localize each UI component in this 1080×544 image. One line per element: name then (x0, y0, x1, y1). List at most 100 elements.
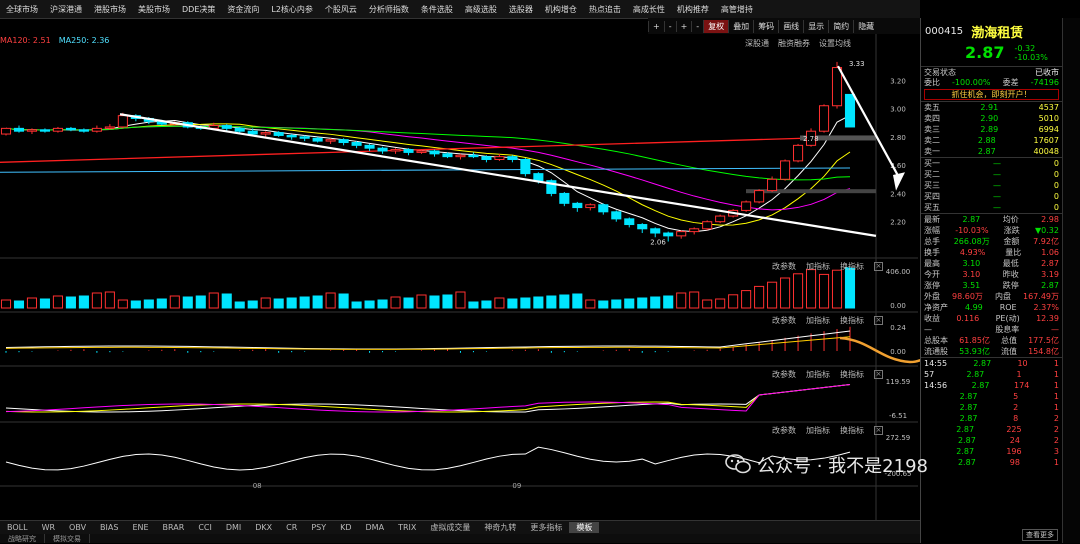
status-tab[interactable]: 战略研究 (0, 534, 45, 543)
view-more-button[interactable]: 查看更多 (1022, 529, 1058, 541)
k-line-chart[interactable]: 3.203.002.802.602.402.20406.000.000.240.… (0, 34, 920, 520)
indicator-tab[interactable]: WR (35, 523, 62, 532)
tick-count: 1 (1053, 359, 1059, 368)
top-menu-item[interactable]: 资金流向 (221, 4, 265, 15)
switch-indicator-button[interactable]: 换指标 (840, 425, 864, 436)
hk-connect-tab[interactable]: 深股通 (745, 38, 769, 49)
indicator-tab[interactable]: BIAS (93, 523, 125, 532)
book-volume: 4537 (1038, 103, 1059, 112)
indicator-tab[interactable]: DMI (219, 523, 248, 532)
wb-value: -100.00% (952, 78, 991, 87)
candle (325, 139, 336, 142)
nav-button[interactable]: + (648, 20, 664, 32)
cci-line (5, 446, 851, 471)
indicator-tab[interactable]: DKX (248, 523, 279, 532)
chips-button[interactable]: 筹码 (753, 19, 778, 33)
volume-bar (624, 298, 635, 309)
add-indicator-button[interactable]: 加指标 (806, 261, 830, 272)
top-menu-item[interactable]: 高成长性 (627, 4, 671, 15)
top-menu-item[interactable]: 选股器 (503, 4, 539, 15)
close-icon[interactable]: × (874, 262, 883, 271)
simple-button[interactable]: 简约 (828, 19, 853, 33)
indicator-tab[interactable]: DMA (359, 523, 392, 532)
indicator-tab[interactable]: CR (279, 523, 304, 532)
macd-dea-line (5, 336, 851, 350)
volume-bar (429, 295, 440, 309)
params-button[interactable]: 改参数 (772, 261, 796, 272)
indicator-tab[interactable]: 神奇九转 (477, 522, 523, 533)
top-menu-item[interactable]: 热点追击 (583, 4, 627, 15)
top-menu-item[interactable]: 美股市场 (132, 4, 176, 15)
candle (299, 136, 310, 139)
tick-price: 2.87 (966, 370, 985, 379)
margin-tab[interactable]: 融资融券 (778, 38, 810, 49)
tick-volume: 8 (1013, 414, 1019, 423)
stat-row: 总手 266.08万 金额 7.92亿 (921, 236, 1062, 247)
top-menu-item[interactable]: 全球市场 (0, 4, 44, 15)
bid-book: 买一 — 0 买二 — 0 买三 — 0 买四 — 0 买五 — 0 (921, 157, 1062, 213)
close-icon[interactable]: × (874, 370, 883, 379)
tick-count: 1 (1053, 381, 1059, 390)
kdj-line (5, 384, 851, 413)
indicator-tab[interactable]: OBV (62, 523, 93, 532)
indicator-tab[interactable]: 虚拟成交量 (423, 522, 477, 533)
overlay-dropdown[interactable]: 叠加 (728, 19, 753, 33)
indicator-tab[interactable]: BOLL (0, 523, 35, 532)
top-menu-item[interactable]: 机构推荐 (671, 4, 715, 15)
indicator-tab[interactable]: TRIX (391, 523, 423, 532)
indicator-tab[interactable]: ENE (125, 523, 155, 532)
add-indicator-button[interactable]: 加指标 (806, 425, 830, 436)
top-menu-item[interactable]: L2核心内参 (265, 4, 319, 15)
top-menu-item[interactable]: 分析师指数 (363, 4, 415, 15)
params-button[interactable]: 改参数 (772, 315, 796, 326)
price-axis-label: 2.20 (890, 219, 906, 227)
candle (468, 154, 479, 158)
top-menu-item[interactable]: 个股风云 (319, 4, 363, 15)
adjust-dropdown[interactable]: 复权 (703, 19, 729, 33)
nav-button[interactable]: + (675, 20, 692, 32)
watermark: 公众号 · 我不是2198 (725, 452, 928, 478)
top-menu-item[interactable]: 高级选股 (459, 4, 503, 15)
params-button[interactable]: 改参数 (772, 369, 796, 380)
stat-row: 流通股 53.93亿 流值 154.8亿 (921, 346, 1062, 357)
top-menu-item[interactable]: 条件选股 (415, 4, 459, 15)
close-icon[interactable]: × (874, 426, 883, 435)
indicator-tab[interactable]: KD (333, 523, 358, 532)
ma-settings-tab[interactable]: 设置均线 (819, 38, 851, 49)
indicator-tab[interactable]: 模板 (569, 522, 600, 533)
params-button[interactable]: 改参数 (772, 425, 796, 436)
indicator-tab[interactable]: CCI (191, 523, 219, 532)
book-row: 买二 — 0 (921, 169, 1062, 180)
top-menu-item[interactable]: 沪深港通 (44, 4, 88, 15)
close-icon[interactable]: × (874, 316, 883, 325)
top-menu-item[interactable]: DDE决策 (176, 4, 221, 15)
tick-volume: 98 (1009, 458, 1020, 467)
add-indicator-button[interactable]: 加指标 (806, 369, 830, 380)
axis-label: -6.51 (889, 412, 907, 420)
book-volume: 5010 (1038, 114, 1059, 123)
indicator-tab[interactable]: PSY (304, 523, 333, 532)
status-tab[interactable]: 模拟交易 (45, 534, 90, 543)
top-menu-item[interactable]: 高管增持 (715, 4, 759, 15)
indicator-tab[interactable]: 更多指标 (523, 522, 569, 533)
nav-button[interactable]: - (691, 20, 703, 32)
top-menu-item[interactable]: 机构增仓 (539, 4, 583, 15)
nav-button[interactable]: - (663, 20, 676, 32)
indicator-tab[interactable]: BRAR (156, 523, 192, 532)
switch-indicator-button[interactable]: 换指标 (840, 261, 864, 272)
volume-bar (26, 297, 38, 309)
axis-label: 406.00 (886, 268, 911, 276)
switch-indicator-button[interactable]: 换指标 (840, 369, 864, 380)
stat-row: 收益 0.116 PE(动) 12.39 (921, 313, 1062, 324)
tick-count: 1 (1053, 392, 1059, 401)
volume-bar (195, 295, 206, 309)
open-account-banner[interactable]: 抓住机会，即刻开户！ (924, 89, 1059, 100)
book-row: 买五 — 0 (921, 202, 1062, 213)
hide-button[interactable]: 隐藏 (853, 19, 878, 33)
switch-indicator-button[interactable]: 换指标 (840, 315, 864, 326)
wb-label: 委比 (924, 78, 940, 87)
draw-button[interactable]: 画线 (778, 19, 803, 33)
display-button[interactable]: 显示 (803, 19, 828, 33)
add-indicator-button[interactable]: 加指标 (806, 315, 830, 326)
top-menu-item[interactable]: 港股市场 (88, 4, 132, 15)
